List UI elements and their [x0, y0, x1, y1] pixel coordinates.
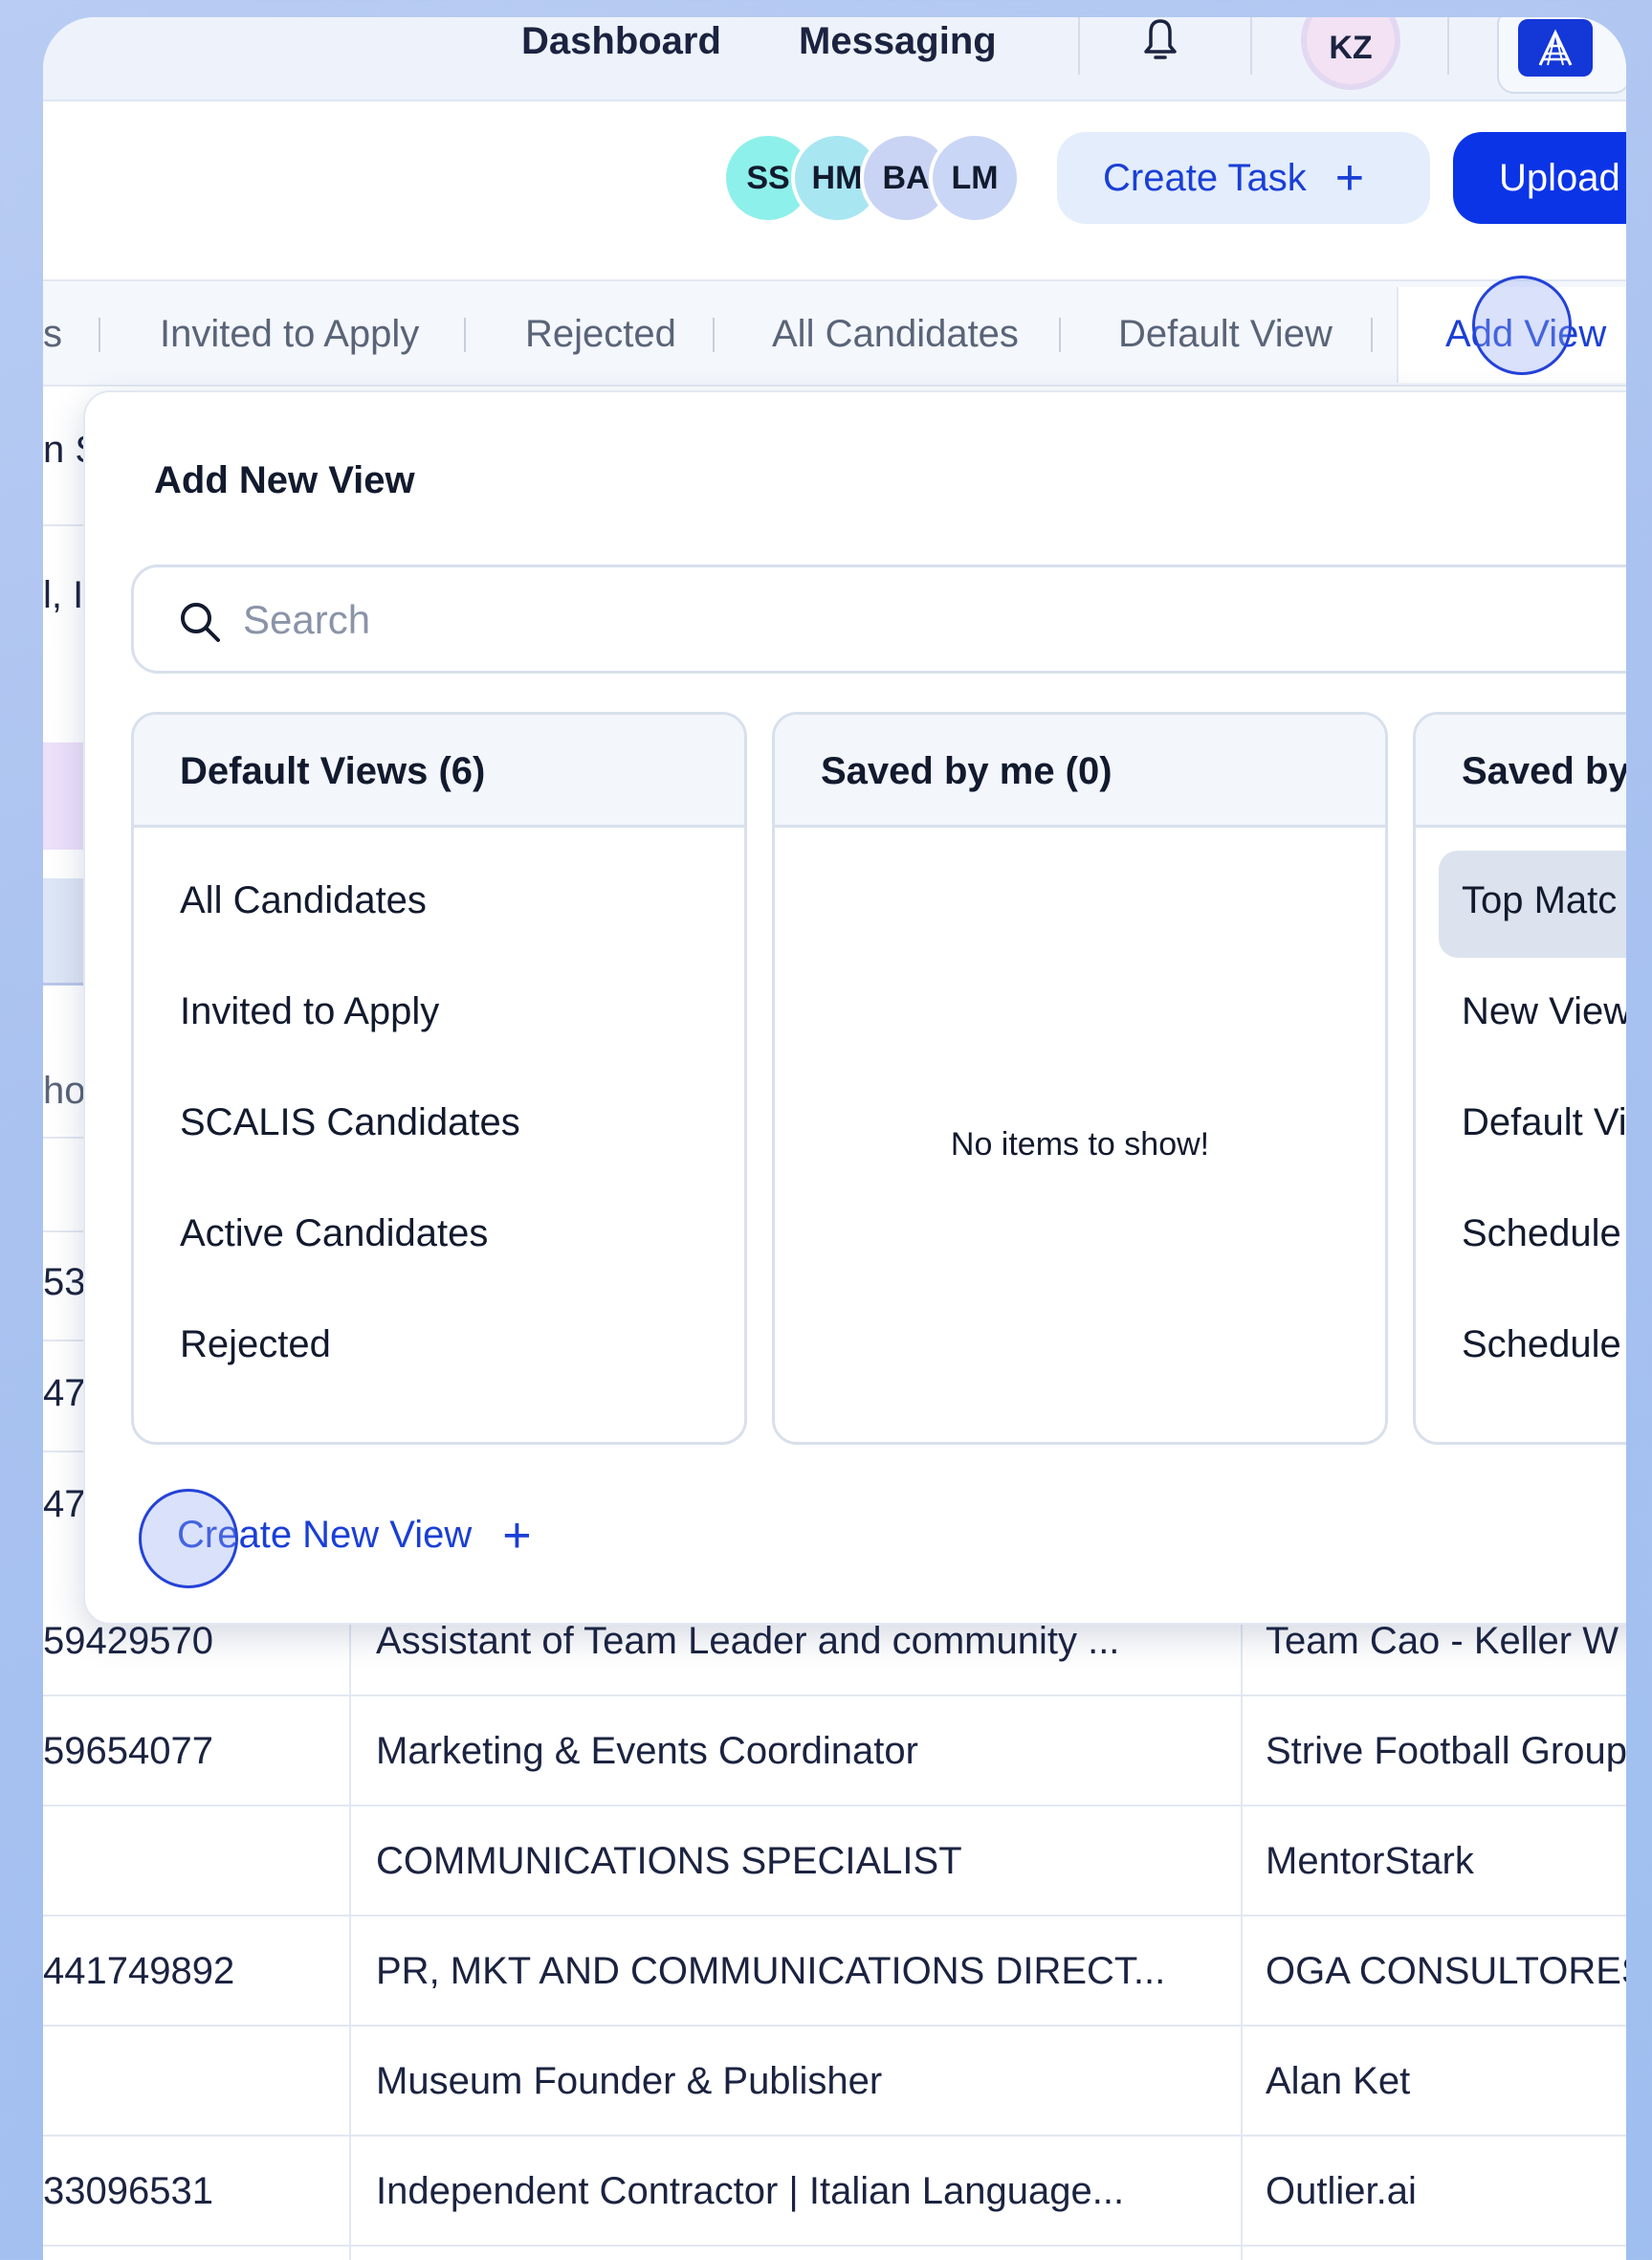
title-cell: COMMUNICATIONS SPECIALIST [376, 1840, 962, 1882]
nav-dashboard-link[interactable]: Dashboard [521, 17, 721, 65]
nav-divider [1447, 17, 1449, 75]
view-option[interactable]: All Candidates [180, 879, 427, 922]
company-cell: OGA CONSULTORES [1266, 1950, 1626, 1992]
tab-divider [464, 318, 466, 352]
empty-state-text: No items to show! [950, 1126, 1210, 1163]
avatar[interactable]: LM [929, 132, 1021, 224]
tab-divider [1059, 318, 1061, 352]
view-option[interactable]: Top Matc [1462, 879, 1617, 922]
tab-divider [713, 318, 715, 352]
tab-default-view[interactable]: Default View [1118, 281, 1333, 387]
view-option[interactable]: New View [1462, 990, 1626, 1033]
table-row[interactable]: 59654077 Marketing & Events Coordinator … [43, 1696, 1626, 1806]
nav-divider [1250, 17, 1252, 75]
search-input[interactable]: Search [131, 565, 1626, 674]
top-navigation: Dashboard Messaging KZ [43, 17, 1626, 101]
title-cell: Marketing & Events Coordinator [376, 1730, 918, 1772]
app-window: Dashboard Messaging KZ SS HM BA LM Creat… [43, 17, 1626, 2260]
dialog-title: Add New View [154, 459, 415, 501]
company-cell: Strive Football Group [1266, 1730, 1626, 1772]
bell-icon[interactable] [1141, 17, 1179, 65]
tab-invited-to-apply[interactable]: Invited to Apply [160, 281, 419, 387]
company-cell: Alan Ket [1266, 2060, 1411, 2102]
panel-header: Saved by me (0) [775, 715, 1385, 828]
view-option[interactable]: Schedule [1462, 1323, 1621, 1366]
background-text: ho [43, 1070, 86, 1112]
title-cell: Independent Contractor | Italian Languag… [376, 2170, 1125, 2212]
tab-all-candidates[interactable]: All Candidates [772, 281, 1019, 387]
view-option[interactable]: Active Candidates [180, 1212, 488, 1255]
create-task-label: Create Task [1103, 156, 1307, 199]
table-row[interactable]: Museum Founder & Publisher Alan Ket [43, 2027, 1626, 2137]
tab-divider [99, 318, 100, 352]
view-option[interactable]: SCALIS Candidates [180, 1101, 520, 1144]
default-views-panel: Default Views (6) All Candidates Invited… [131, 712, 747, 1445]
view-option[interactable]: Rejected [180, 1323, 331, 1366]
table-row[interactable]: 33096531 Independent Contractor | Italia… [43, 2137, 1626, 2247]
touch-indicator [139, 1489, 238, 1588]
panel-header: Saved by [1416, 715, 1626, 828]
phone-cell: 441749892 [43, 1950, 235, 1992]
background-text: 47 [43, 1372, 86, 1414]
nav-divider [1078, 17, 1080, 75]
create-task-button[interactable]: Create Task + [1057, 132, 1430, 224]
panel-header: Default Views (6) [134, 715, 744, 828]
view-option[interactable]: Schedule [1462, 1212, 1621, 1255]
background-text: 47 [43, 1483, 86, 1525]
title-cell: PR, MKT AND COMMUNICATIONS DIRECT... [376, 1950, 1166, 1992]
tab-partial[interactable]: s [43, 281, 62, 387]
table-row[interactable]: 441749892 PR, MKT AND COMMUNICATIONS DIR… [43, 1917, 1626, 2027]
view-option[interactable]: Default Vi [1462, 1101, 1626, 1144]
view-option[interactable]: Invited to Apply [180, 990, 439, 1033]
search-icon [178, 600, 222, 644]
add-view-dialog: Add New View Search Default Views (6) Al… [83, 390, 1626, 1625]
background-text: 53 [43, 1261, 86, 1303]
saved-by-others-panel: Saved by Top Matc New View Default Vi Sc… [1413, 712, 1626, 1445]
plus-icon: + [1334, 150, 1365, 206]
saved-by-me-panel: Saved by me (0) No items to show! [772, 712, 1388, 1445]
search-placeholder: Search [243, 597, 371, 642]
view-tabs: s Invited to Apply Rejected All Candidat… [43, 281, 1626, 387]
company-cell: Outlier.ai [1266, 2170, 1417, 2212]
tab-rejected[interactable]: Rejected [525, 281, 676, 387]
tab-divider [1371, 318, 1373, 352]
user-avatar[interactable]: KZ [1301, 17, 1400, 90]
touch-indicator [1472, 276, 1572, 375]
company-logo-icon [1518, 19, 1593, 77]
table-row[interactable]: COMMUNICATIONS SPECIALIST MentorStark [43, 1806, 1626, 1917]
plus-icon: + [502, 1507, 532, 1563]
phone-cell: 33096531 [43, 2170, 213, 2212]
nav-messaging-link[interactable]: Messaging [799, 17, 997, 65]
phone-cell: 59654077 [43, 1730, 213, 1772]
company-cell: MentorStark [1266, 1840, 1474, 1882]
company-switcher[interactable] [1497, 17, 1626, 94]
title-cell: Museum Founder & Publisher [376, 2060, 883, 2102]
upload-button[interactable]: Upload [1453, 132, 1626, 224]
